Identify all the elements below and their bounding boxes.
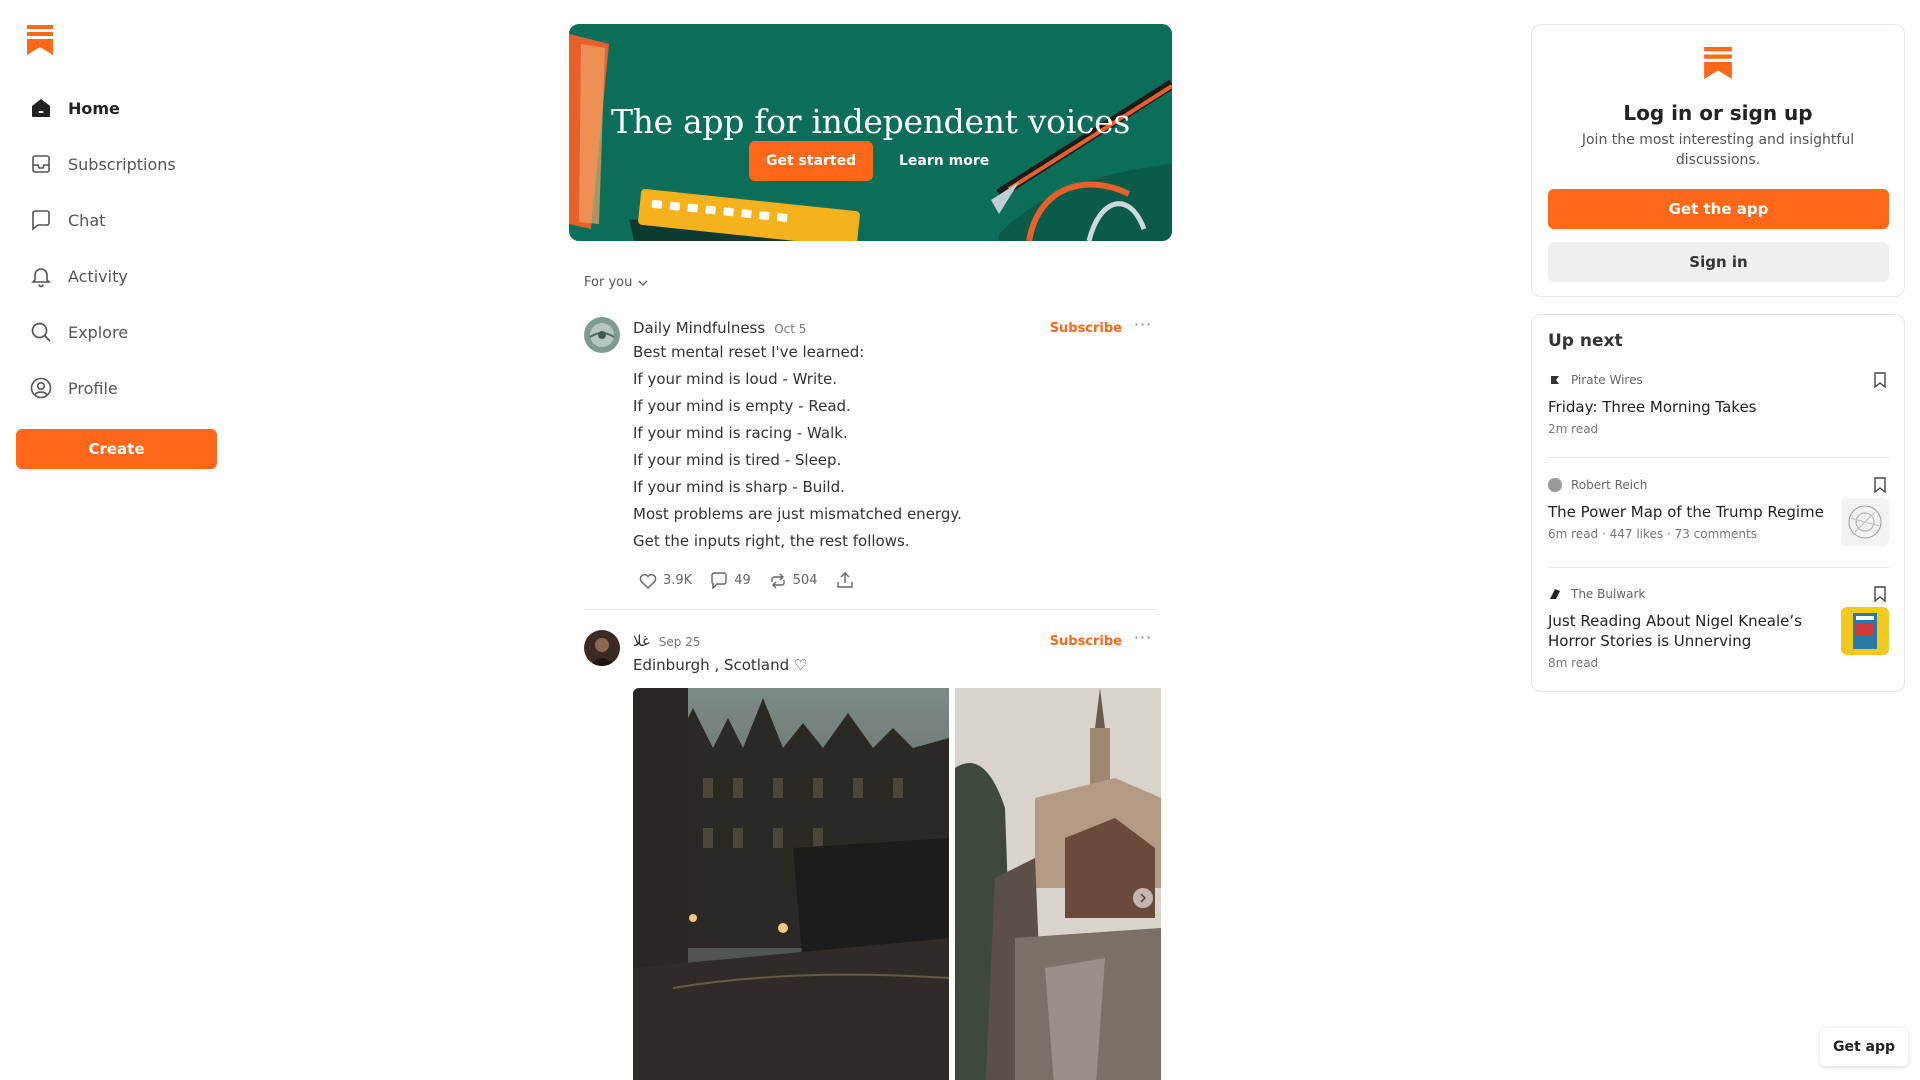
subscribe-button[interactable]: Subscribe	[1050, 321, 1122, 336]
substack-logo-icon[interactable]	[27, 25, 53, 55]
bookmark-icon[interactable]	[1873, 586, 1887, 606]
publication-name: Pirate Wires	[1571, 373, 1643, 387]
auth-card: Log in or sign up Join the most interest…	[1531, 24, 1905, 297]
sidebar-item-profile[interactable]: Profile	[16, 360, 216, 416]
restack-button[interactable]: 504	[769, 573, 818, 589]
inbox-icon	[28, 151, 54, 177]
post-line: If your mind is loud - Write.	[633, 370, 837, 388]
banner-title: The app for independent voices	[610, 102, 1131, 141]
feed-filter-dropdown[interactable]: For you	[584, 275, 648, 290]
auth-subtitle: Join the most interesting and insightful…	[1581, 132, 1855, 168]
post-body: Edinburgh , Scotland ♡	[633, 652, 1153, 679]
sidebar-item-chat[interactable]: Chat	[16, 192, 216, 248]
chat-bubble-icon	[28, 207, 54, 233]
post-line: Get the inputs right, the rest follows.	[633, 532, 910, 550]
like-count: 3.9K	[663, 573, 693, 588]
post-line: If your mind is tired - Sleep.	[633, 451, 842, 469]
bookmark-icon[interactable]	[1873, 372, 1887, 392]
post-divider	[584, 609, 1156, 610]
article-meta: 2m read	[1548, 422, 1599, 436]
share-button[interactable]	[836, 572, 860, 589]
divider	[1548, 457, 1889, 458]
sidebar-item-label: Activity	[68, 266, 128, 286]
avatar[interactable]	[584, 317, 620, 353]
restack-icon	[771, 573, 785, 588]
post-date: Sep 25	[658, 635, 701, 649]
comment-icon	[711, 572, 727, 589]
comment-count: 49	[734, 573, 751, 588]
post-author[interactable]: غلا	[633, 632, 650, 650]
gallery-image[interactable]	[633, 688, 949, 1080]
sign-in-button[interactable]: Sign in	[1548, 242, 1889, 282]
get-the-app-button[interactable]: Get the app	[1548, 189, 1889, 229]
publication-name: Robert Reich	[1571, 478, 1648, 492]
more-options-icon[interactable]: ···	[1130, 315, 1156, 335]
post-line: Best mental reset I've learned:	[633, 343, 865, 361]
post-actions: 3.9K 49 504	[639, 572, 878, 589]
post-line: Most problems are just mismatched energy…	[633, 505, 962, 523]
sidebar-item-subscriptions[interactable]: Subscriptions	[16, 136, 216, 192]
like-button[interactable]: 3.9K	[639, 573, 692, 589]
article-meta: 8m read	[1548, 656, 1599, 670]
image-gallery	[633, 688, 1161, 1080]
sidebar-item-label: Home	[68, 98, 120, 118]
sidebar-item-label: Chat	[68, 210, 106, 230]
the-bulwark-logo-icon	[1548, 587, 1562, 601]
sidebar-item-label: Subscriptions	[68, 154, 176, 174]
share-icon	[836, 572, 853, 588]
comment-button[interactable]: 49	[710, 572, 751, 589]
divider	[1548, 567, 1889, 568]
create-button[interactable]: Create	[16, 429, 217, 469]
sidebar-item-home[interactable]: Home	[16, 80, 216, 136]
post-line: If your mind is sharp - Build.	[633, 478, 845, 496]
get-started-button[interactable]: Get started	[749, 141, 874, 181]
sidebar-item-label: Explore	[68, 322, 129, 342]
publication-name: The Bulwark	[1571, 587, 1646, 601]
article-title[interactable]: Just Reading About Nigel Kneale’s Horror…	[1548, 611, 1818, 651]
robert-reich-avatar-icon	[1548, 478, 1562, 492]
search-icon	[28, 319, 54, 345]
get-app-button[interactable]: Get app	[1820, 1028, 1908, 1066]
bell-icon	[28, 263, 54, 289]
user-circle-icon	[28, 375, 54, 401]
avatar[interactable]	[584, 630, 620, 666]
chevron-down-icon	[638, 280, 648, 286]
bookmark-icon[interactable]	[1873, 477, 1887, 497]
up-next-item[interactable]: Robert Reich The Power Map of the Trump …	[1548, 477, 1889, 546]
sidebar-item-activity[interactable]: Activity	[16, 248, 216, 304]
post-caption: Edinburgh , Scotland ♡	[633, 656, 808, 674]
article-title[interactable]: Friday: Three Morning Takes	[1548, 397, 1889, 417]
sidebar-item-label: Profile	[68, 378, 118, 398]
article-title[interactable]: The Power Map of the Trump Regime	[1548, 502, 1889, 522]
post-author[interactable]: Daily Mindfulness	[633, 319, 765, 337]
feed-filter-label: For you	[584, 275, 633, 290]
learn-more-button[interactable]: Learn more	[889, 141, 999, 181]
gallery-image[interactable]	[955, 688, 1161, 1080]
auth-title: Log in or sign up	[1623, 101, 1813, 125]
heart-icon	[639, 573, 657, 589]
post-body: Best mental reset I've learned: If your …	[633, 339, 1153, 555]
pirate-wires-logo-icon	[1548, 373, 1562, 387]
restack-count: 504	[792, 573, 818, 588]
more-options-icon[interactable]: ···	[1130, 628, 1156, 648]
up-next-item[interactable]: The Bulwark Just Reading About Nigel Kne…	[1548, 586, 1889, 670]
post-line: If your mind is racing - Walk.	[633, 424, 848, 442]
promo-banner: The app for independent voices Get start…	[569, 24, 1172, 241]
up-next-card: Up next Pirate Wires Friday: Three Morni…	[1531, 314, 1905, 692]
carousel-next-icon[interactable]	[1133, 888, 1153, 908]
article-thumbnail[interactable]	[1841, 607, 1889, 655]
sidebar-item-explore[interactable]: Explore	[16, 304, 216, 360]
feed-post: Daily Mindfulness Oct 5 Subscribe ··· Be…	[584, 315, 1156, 597]
sidebar-nav: Home Subscriptions Chat Activity Explore…	[16, 80, 216, 416]
subscribe-button[interactable]: Subscribe	[1050, 634, 1122, 649]
article-meta: 6m read · 447 likes · 73 comments	[1548, 527, 1757, 541]
post-date: Oct 5	[774, 322, 807, 336]
up-next-title: Up next	[1548, 331, 1623, 351]
up-next-item[interactable]: Pirate Wires Friday: Three Morning Takes…	[1548, 372, 1889, 436]
article-thumbnail[interactable]	[1841, 498, 1889, 546]
post-line: If your mind is empty - Read.	[633, 397, 851, 415]
substack-logo-icon	[1704, 47, 1732, 83]
home-icon	[28, 95, 54, 121]
feed-post: غلا Sep 25 Subscribe ··· Edinburgh , Sco…	[584, 628, 1161, 1080]
